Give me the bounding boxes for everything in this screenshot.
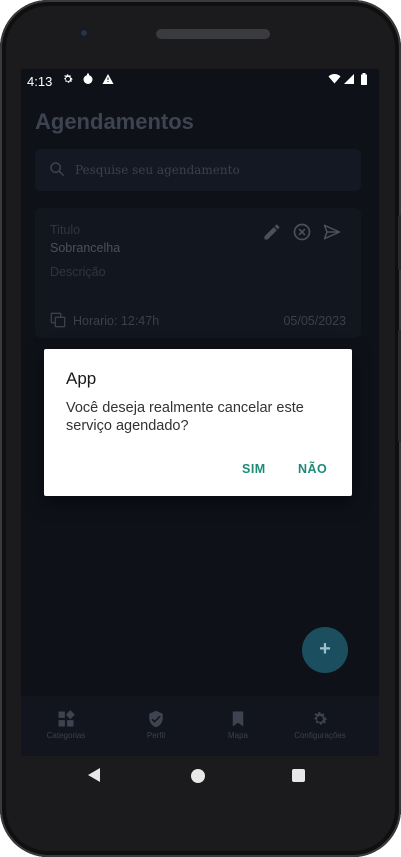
title-label: Titulo: [50, 223, 81, 237]
shield-check-icon: [149, 710, 163, 728]
warning-icon: [102, 73, 114, 88]
grid-icon: [58, 710, 75, 727]
system-nav-bar: [21, 756, 379, 796]
cancel-circle-icon[interactable]: [292, 222, 312, 242]
confirm-dialog: App Você deseja realmente cancelar este …: [44, 349, 352, 496]
back-icon[interactable]: [88, 768, 102, 782]
tab-perfil[interactable]: Perfil: [111, 696, 201, 756]
search-icon: [50, 162, 65, 177]
description-label: Descrição: [50, 265, 106, 279]
wifi-icon: [328, 73, 341, 88]
gear-icon: [314, 712, 328, 725]
dialog-title: App: [66, 369, 97, 388]
home-icon[interactable]: [191, 769, 205, 783]
front-camera: [78, 27, 90, 39]
send-icon[interactable]: [322, 222, 342, 242]
tab-label: Mapa: [227, 731, 248, 740]
bottom-tab-bar: Categorias Perfil Mapa Configurações: [21, 696, 379, 756]
circle-icon: [82, 73, 94, 88]
gear-icon: [62, 73, 74, 88]
title-value: Sobrancelha: [50, 241, 121, 255]
pencil-icon[interactable]: [262, 222, 282, 242]
tab-label: Configurações: [294, 731, 346, 740]
time-text: Horario: 12:47h: [73, 314, 160, 328]
status-bar: 4:13: [21, 69, 379, 93]
search-bar[interactable]: Pesquise seu agendamento: [35, 149, 361, 191]
battery-icon: [360, 73, 368, 88]
tab-mapa[interactable]: Mapa: [193, 696, 283, 756]
date-text: 05/05/2023: [283, 314, 346, 328]
copy-icon: [50, 312, 66, 328]
add-button[interactable]: +: [302, 627, 348, 673]
app-screen: 4:13 Agendamentos Pesquise seu agendamen…: [21, 69, 379, 756]
phone-frame: 4:13 Agendamentos Pesquise seu agendamen…: [0, 0, 401, 857]
search-input[interactable]: Pesquise seu agendamento: [75, 163, 240, 177]
tab-categorias[interactable]: Categorias: [21, 696, 111, 756]
recents-icon[interactable]: [292, 769, 305, 782]
bookmark-icon: [232, 711, 244, 727]
appointment-card[interactable]: Titulo Sobrancelha Descrição Horario: 12…: [35, 208, 361, 338]
yes-button[interactable]: SIM: [242, 462, 266, 476]
no-button[interactable]: NÃO: [298, 462, 327, 476]
tab-label: Perfil: [146, 731, 166, 740]
tab-configuracoes[interactable]: Configurações: [275, 696, 365, 756]
signal-icon: [343, 73, 355, 88]
page-title: Agendamentos: [35, 109, 194, 134]
tab-label: Categorias: [46, 731, 86, 740]
status-time: 4:13: [27, 74, 53, 89]
earpiece-speaker: [156, 29, 270, 39]
dialog-message: Você deseja realmente cancelar este serv…: [66, 400, 304, 434]
